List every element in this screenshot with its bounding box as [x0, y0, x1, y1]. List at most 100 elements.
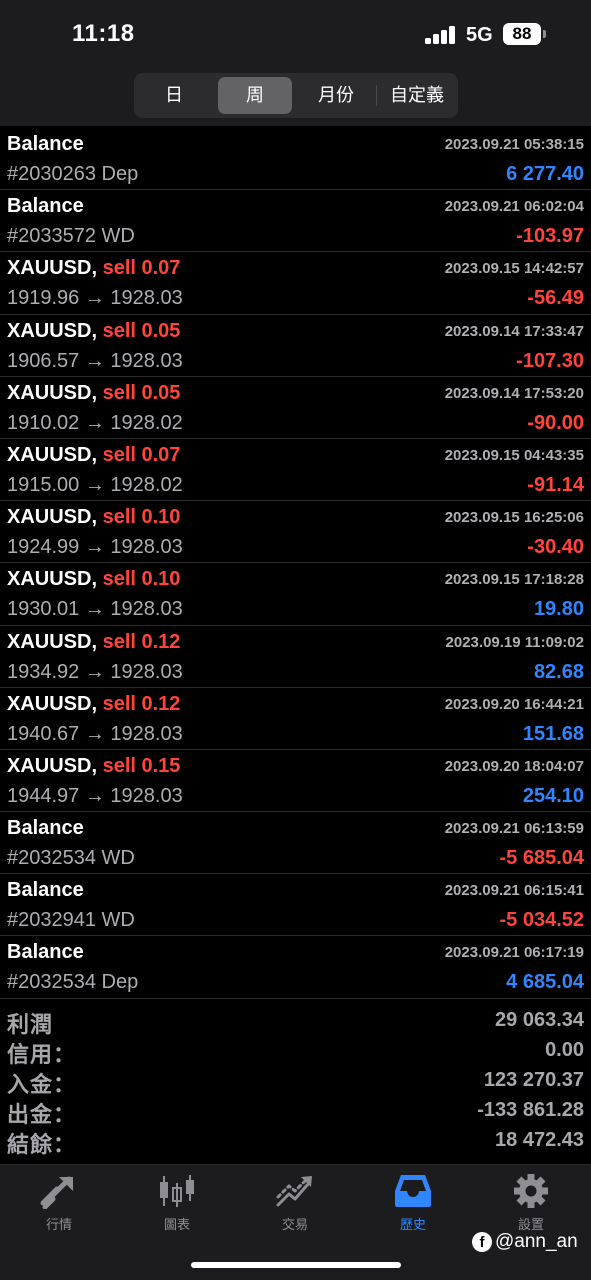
deal-title: XAUUSD, sell 0.12	[7, 693, 180, 716]
period-segmented-control: 日 周 月份 自定義	[134, 73, 458, 118]
summary-value: -133 861.28	[477, 1099, 584, 1121]
history-inbox-icon	[395, 1175, 431, 1207]
deal-prices: 1924.99 → 1928.03	[7, 536, 183, 559]
deal-symbol: XAUUSD,	[7, 381, 98, 404]
tab-quotes[interactable]: 行情	[0, 1173, 118, 1243]
facebook-icon: f	[472, 1232, 492, 1252]
trade-icon	[276, 1176, 312, 1207]
deal-row[interactable]: XAUUSD, sell 0.15 2023.09.20 18:04:07 1944…	[0, 750, 591, 813]
deal-date: 2023.09.21 06:02:04	[444, 198, 584, 216]
deal-symbol: XAUUSD,	[7, 443, 98, 466]
cellular-signal-icon	[425, 26, 457, 44]
period-tab-month[interactable]: 月份	[300, 77, 372, 114]
tab-history[interactable]: 歷史	[354, 1173, 472, 1243]
deal-row[interactable]: XAUUSD, sell 0.12 2023.09.19 11:09:02 1934…	[0, 626, 591, 688]
deal-ticket: #2032534 Dep	[7, 971, 139, 994]
deal-ticket: #2030263 Dep	[7, 163, 139, 185]
candlestick-chart-icon	[160, 1175, 194, 1207]
deal-amount: -107.30	[516, 349, 584, 372]
deal-side-volume: sell 0.05	[102, 319, 181, 342]
deal-row[interactable]: XAUUSD, sell 0.07 2023.09.15 14:42:57 1919…	[0, 252, 591, 315]
deal-prices: 1915.00 → 1928.02	[7, 473, 183, 496]
deal-title: XAUUSD, sell 0.05	[7, 382, 180, 405]
tab-charts[interactable]: 圖表	[118, 1173, 236, 1243]
deal-amount: 82.68	[533, 660, 584, 683]
tab-label: 歷史	[399, 1217, 426, 1232]
deal-date: 2023.09.15 16:25:06	[444, 509, 584, 527]
deal-date: 2023.09.21 05:38:15	[444, 136, 584, 153]
deal-amount: -5 034.52	[499, 909, 584, 932]
tab-label: 行情	[45, 1217, 72, 1232]
deal-amount: 19.80	[533, 598, 584, 621]
deal-row[interactable]: XAUUSD, sell 0.12 2023.09.20 16:44:21 1940…	[0, 688, 591, 750]
summary-row: 信用： 0.00	[0, 1036, 591, 1067]
deal-date: 2023.09.14 17:33:47	[444, 322, 584, 340]
deal-row[interactable]: Balance 2023.09.21 06:02:04 #2033572 WD -10…	[0, 190, 591, 253]
deal-ticket: #2032941 WD	[7, 909, 135, 932]
period-selector-bar: 日 周 月份 自定義	[0, 70, 591, 126]
summary-label: 出金：	[7, 1102, 77, 1127]
summary-row: 出金： -133 861.28	[0, 1096, 591, 1127]
deal-row[interactable]: XAUUSD, sell 0.05 2023.09.14 17:53:20 1910…	[0, 377, 591, 439]
deal-row[interactable]: Balance 2023.09.21 06:17:19 #2032534 Dep 4 …	[0, 936, 591, 999]
deal-prices: 1944.97 → 1928.03	[7, 784, 183, 807]
home-indicator[interactable]	[191, 1262, 401, 1268]
summary-label: 結餘：	[7, 1132, 77, 1157]
deal-row[interactable]: XAUUSD, sell 0.05 2023.09.14 17:33:47 1906…	[0, 315, 591, 377]
deal-symbol: Balance	[7, 133, 84, 155]
summary-value: 18 472.43	[495, 1129, 584, 1151]
deal-row[interactable]: XAUUSD, sell 0.07 2023.09.15 04:43:35 1915…	[0, 439, 591, 502]
deal-date: 2023.09.15 04:43:35	[444, 446, 584, 464]
deal-amount: 4 685.04	[506, 971, 584, 994]
deal-symbol: XAUUSD,	[7, 568, 98, 591]
deal-row[interactable]: XAUUSD, sell 0.10 2023.09.15 17:18:28 1930…	[0, 563, 591, 626]
deal-prices: 1919.96 → 1928.03	[7, 287, 183, 310]
summary-value: 0.00	[545, 1039, 584, 1061]
deal-date: 2023.09.20 16:44:21	[444, 695, 584, 713]
deal-date: 2023.09.20 18:04:07	[444, 757, 584, 775]
deal-title: XAUUSD, sell 0.12	[7, 631, 180, 654]
deal-title: XAUUSD, sell 0.10	[7, 506, 180, 529]
deal-amount: -56.49	[527, 287, 584, 310]
gear-icon	[514, 1174, 548, 1208]
deal-row[interactable]: Balance 2023.09.21 06:15:41 #2032941 WD -5 …	[0, 874, 591, 937]
deal-title: Balance	[7, 817, 84, 840]
summary-value: 123 270.37	[483, 1069, 584, 1091]
deal-ticket: #2033572 WD	[7, 225, 135, 248]
period-tab-custom[interactable]: 自定義	[380, 77, 454, 114]
status-time: 11:18	[72, 20, 135, 47]
deal-amount: -103.97	[516, 225, 584, 248]
deal-symbol: Balance	[7, 879, 84, 902]
deal-amount: 151.68	[522, 722, 584, 745]
deal-row[interactable]: Balance 2023.09.21 06:13:59 #2032534 WD -5 …	[0, 812, 591, 875]
deal-row[interactable]: XAUUSD, sell 0.10 2023.09.15 16:25:06 1924…	[0, 501, 591, 564]
tab-label: 圖表	[163, 1217, 190, 1232]
deal-amount: -91.14	[527, 473, 584, 496]
deal-symbol: XAUUSD,	[7, 754, 98, 777]
deal-date: 2023.09.21 06:17:19	[444, 944, 584, 962]
summary-row: 結餘： 18 472.43	[0, 1126, 591, 1157]
deal-amount: -90.00	[527, 411, 584, 434]
deal-date: 2023.09.15 14:42:57	[444, 260, 584, 278]
tab-trade[interactable]: 交易	[236, 1173, 354, 1243]
network-type: 5G	[466, 24, 493, 46]
deal-side-volume: sell 0.15	[102, 754, 181, 777]
deal-prices: 1934.92 → 1928.03	[7, 660, 183, 683]
deal-title: Balance	[7, 195, 84, 218]
deal-symbol: XAUUSD,	[7, 506, 98, 529]
deal-symbol: XAUUSD,	[7, 319, 98, 342]
deal-prices: 1910.02 → 1928.02	[7, 411, 183, 434]
deal-amount: 6 277.40	[506, 163, 584, 185]
period-tab-day[interactable]: 日	[138, 77, 210, 114]
deal-row[interactable]: Balance 2023.09.21 05:38:15 #2030263 Dep 6 …	[0, 128, 591, 191]
deal-amount: -30.40	[527, 536, 584, 559]
deal-date: 2023.09.21 06:15:41	[444, 882, 584, 900]
tab-label: 交易	[281, 1217, 308, 1232]
history-summary: 利潤 29 063.34 信用： 0.00 入金： 123 270.37 出金： -133 8…	[0, 1006, 591, 1157]
summary-value: 29 063.34	[495, 1009, 584, 1031]
period-tab-week[interactable]: 周	[218, 77, 292, 114]
deal-amount: 254.10	[522, 784, 584, 807]
deal-date: 2023.09.14 17:53:20	[444, 384, 584, 402]
deal-symbol: Balance	[7, 817, 84, 840]
deal-prices: 1930.01 → 1928.03	[7, 598, 183, 621]
